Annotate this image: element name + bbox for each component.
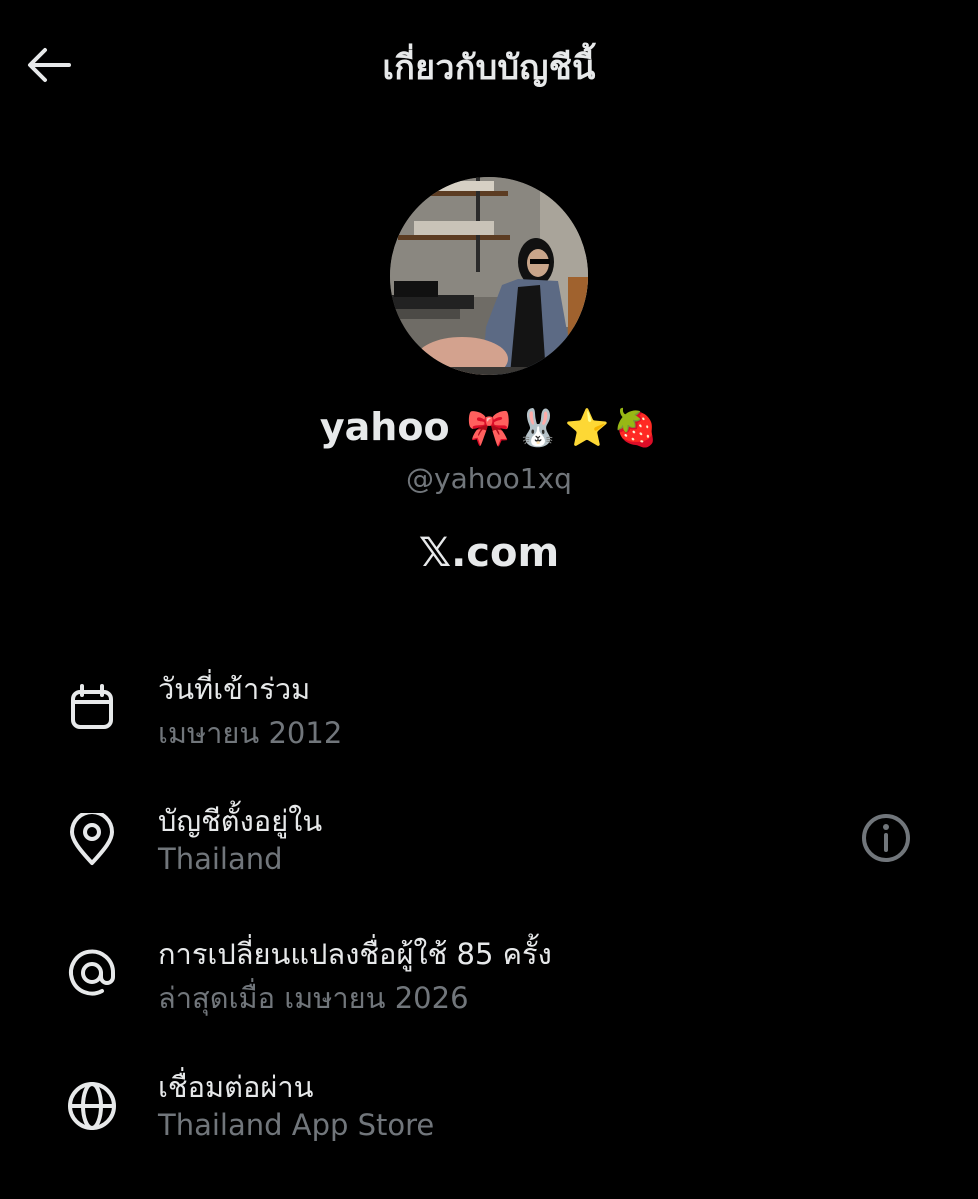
detail-row-connected-via: เชื่อมต่อผ่าน Thailand App Store bbox=[0, 1058, 978, 1168]
detail-value: ล่าสุดเมื่อ เมษายน 2026 bbox=[158, 981, 469, 1015]
detail-title: วันที่เข้าร่วม bbox=[158, 672, 311, 706]
detail-title: การเปลี่ยนแปลงชื่อผู้ใช้ 85 ครั้ง bbox=[158, 937, 552, 971]
rabbit-emoji: 🐰 bbox=[515, 408, 561, 449]
detail-value: Thailand App Store bbox=[158, 1108, 435, 1142]
detail-row-joined: วันที่เข้าร่วม เมษายน 2012 bbox=[0, 660, 978, 770]
at-sign-icon bbox=[62, 943, 122, 1003]
avatar[interactable] bbox=[390, 177, 588, 375]
display-name: yahoo 🎀 🐰 ⭐ 🍓 bbox=[0, 405, 978, 449]
info-icon bbox=[860, 812, 912, 868]
detail-value: Thailand bbox=[158, 842, 283, 876]
globe-icon bbox=[62, 1076, 122, 1136]
strawberry-emoji: 🍓 bbox=[613, 408, 659, 449]
location-pin-icon bbox=[62, 810, 122, 870]
page-title: เกี่ยวกับบัญชีนี้ bbox=[382, 48, 596, 88]
info-button[interactable] bbox=[858, 812, 914, 868]
user-handle: @yahoo1xq bbox=[406, 462, 572, 495]
x-site-label: 𝕏.com bbox=[418, 530, 560, 576]
star-emoji: ⭐ bbox=[564, 408, 610, 449]
detail-title: เชื่อมต่อผ่าน bbox=[158, 1070, 314, 1104]
detail-row-location: บัญชีตั้งอยู่ใน Thailand bbox=[0, 792, 978, 902]
display-name-text: yahoo bbox=[319, 405, 450, 449]
calendar-icon bbox=[62, 678, 122, 738]
top-bar: เกี่ยวกับบัญชีนี้ bbox=[0, 0, 978, 134]
detail-row-username-changes: การเปลี่ยนแปลงชื่อผู้ใช้ 85 ครั้ง ล่าสุด… bbox=[0, 925, 978, 1035]
detail-value: เมษายน 2012 bbox=[158, 716, 343, 750]
ribbon-emoji: 🎀 bbox=[466, 408, 512, 449]
detail-title: บัญชีตั้งอยู่ใน bbox=[158, 804, 323, 838]
